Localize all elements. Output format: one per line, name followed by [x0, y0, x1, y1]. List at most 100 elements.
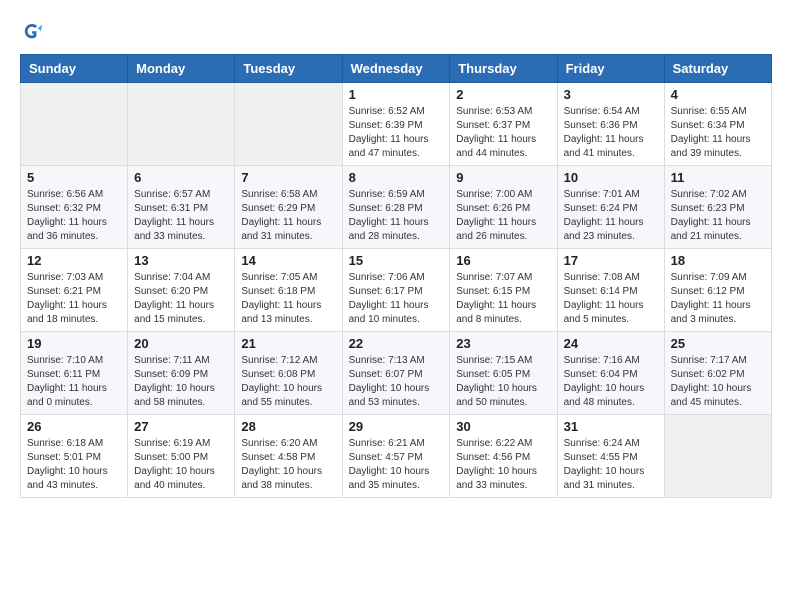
day-info: Sunrise: 6:59 AM Sunset: 6:28 PM Dayligh…: [349, 188, 444, 244]
day-info: Sunrise: 7:01 AM Sunset: 6:24 PM Dayligh…: [564, 188, 658, 244]
day-info: Sunrise: 7:07 AM Sunset: 6:15 PM Dayligh…: [456, 271, 550, 327]
day-number: 15: [349, 253, 444, 268]
empty-cell: [21, 83, 128, 166]
day-info: Sunrise: 6:52 AM Sunset: 6:39 PM Dayligh…: [349, 105, 444, 161]
logo-icon: [20, 20, 44, 44]
weekday-header-wednesday: Wednesday: [342, 55, 450, 83]
day-cell-21: 21 Sunrise: 7:12 AM Sunset: 6:08 PM Dayli…: [235, 332, 342, 415]
day-number: 1: [349, 87, 444, 102]
day-number: 30: [456, 419, 550, 434]
day-cell-27: 27 Sunrise: 6:19 AM Sunset: 5:00 PM Dayli…: [128, 415, 235, 498]
day-info: Sunrise: 7:11 AM Sunset: 6:09 PM Dayligh…: [134, 354, 228, 410]
day-cell-1: 1 Sunrise: 6:52 AM Sunset: 6:39 PM Daylig…: [342, 83, 450, 166]
day-cell-19: 19 Sunrise: 7:10 AM Sunset: 6:11 PM Dayli…: [21, 332, 128, 415]
empty-cell: [128, 83, 235, 166]
day-number: 4: [671, 87, 765, 102]
day-cell-20: 20 Sunrise: 7:11 AM Sunset: 6:09 PM Dayli…: [128, 332, 235, 415]
day-number: 25: [671, 336, 765, 351]
day-info: Sunrise: 7:04 AM Sunset: 6:20 PM Dayligh…: [134, 271, 228, 327]
day-cell-11: 11 Sunrise: 7:02 AM Sunset: 6:23 PM Dayli…: [664, 166, 771, 249]
day-number: 11: [671, 170, 765, 185]
day-number: 23: [456, 336, 550, 351]
day-cell-24: 24Sunrise: 7:16 AM Sunset: 6:04 PM Dayli…: [557, 332, 664, 415]
weekday-header-friday: Friday: [557, 55, 664, 83]
week-row-5: 26Sunrise: 6:18 AM Sunset: 5:01 PM Dayli…: [21, 415, 772, 498]
day-info: Sunrise: 6:53 AM Sunset: 6:37 PM Dayligh…: [456, 105, 550, 161]
day-info: Sunrise: 7:12 AM Sunset: 6:08 PM Dayligh…: [241, 354, 335, 410]
day-cell-8: 8Sunrise: 6:59 AM Sunset: 6:28 PM Daylig…: [342, 166, 450, 249]
day-cell-16: 16 Sunrise: 7:07 AM Sunset: 6:15 PM Dayli…: [450, 249, 557, 332]
day-cell-13: 13 Sunrise: 7:04 AM Sunset: 6:20 PM Dayli…: [128, 249, 235, 332]
day-number: 14: [241, 253, 335, 268]
day-info: Sunrise: 6:57 AM Sunset: 6:31 PM Dayligh…: [134, 188, 228, 244]
day-cell-28: 28Sunrise: 6:20 AM Sunset: 4:58 PM Dayli…: [235, 415, 342, 498]
logo: [20, 20, 48, 44]
day-cell-29: 29Sunrise: 6:21 AM Sunset: 4:57 PM Dayli…: [342, 415, 450, 498]
day-cell-9: 9 Sunrise: 7:00 AM Sunset: 6:26 PM Daylig…: [450, 166, 557, 249]
day-cell-12: 12Sunrise: 7:03 AM Sunset: 6:21 PM Dayli…: [21, 249, 128, 332]
week-row-1: 1 Sunrise: 6:52 AM Sunset: 6:39 PM Daylig…: [21, 83, 772, 166]
day-info: Sunrise: 7:09 AM Sunset: 6:12 PM Dayligh…: [671, 271, 765, 327]
day-info: Sunrise: 7:06 AM Sunset: 6:17 PM Dayligh…: [349, 271, 444, 327]
day-number: 20: [134, 336, 228, 351]
day-number: 27: [134, 419, 228, 434]
day-number: 18: [671, 253, 765, 268]
day-number: 10: [564, 170, 658, 185]
weekday-header-sunday: Sunday: [21, 55, 128, 83]
day-number: 13: [134, 253, 228, 268]
day-cell-5: 5 Sunrise: 6:56 AM Sunset: 6:32 PM Daylig…: [21, 166, 128, 249]
week-row-2: 5 Sunrise: 6:56 AM Sunset: 6:32 PM Daylig…: [21, 166, 772, 249]
day-cell-10: 10 Sunrise: 7:01 AM Sunset: 6:24 PM Dayli…: [557, 166, 664, 249]
day-cell-3: 3Sunrise: 6:54 AM Sunset: 6:36 PM Daylig…: [557, 83, 664, 166]
day-cell-22: 22 Sunrise: 7:13 AM Sunset: 6:07 PM Dayli…: [342, 332, 450, 415]
day-cell-7: 7 Sunrise: 6:58 AM Sunset: 6:29 PM Daylig…: [235, 166, 342, 249]
empty-cell: [664, 415, 771, 498]
day-number: 12: [27, 253, 121, 268]
day-number: 9: [456, 170, 550, 185]
day-info: Sunrise: 6:21 AM Sunset: 4:57 PM Dayligh…: [349, 437, 444, 493]
day-info: Sunrise: 6:20 AM Sunset: 4:58 PM Dayligh…: [241, 437, 335, 493]
weekday-header-saturday: Saturday: [664, 55, 771, 83]
day-info: Sunrise: 7:10 AM Sunset: 6:11 PM Dayligh…: [27, 354, 121, 410]
day-number: 17: [564, 253, 658, 268]
day-info: Sunrise: 6:55 AM Sunset: 6:34 PM Dayligh…: [671, 105, 765, 161]
weekday-header-row: SundayMondayTuesdayWednesdayThursdayFrid…: [21, 55, 772, 83]
day-number: 19: [27, 336, 121, 351]
empty-cell: [235, 83, 342, 166]
day-info: Sunrise: 6:54 AM Sunset: 6:36 PM Dayligh…: [564, 105, 658, 161]
day-info: Sunrise: 7:02 AM Sunset: 6:23 PM Dayligh…: [671, 188, 765, 244]
day-info: Sunrise: 6:18 AM Sunset: 5:01 PM Dayligh…: [27, 437, 121, 493]
day-info: Sunrise: 6:58 AM Sunset: 6:29 PM Dayligh…: [241, 188, 335, 244]
day-number: 6: [134, 170, 228, 185]
day-info: Sunrise: 7:17 AM Sunset: 6:02 PM Dayligh…: [671, 354, 765, 410]
day-cell-17: 17 Sunrise: 7:08 AM Sunset: 6:14 PM Dayli…: [557, 249, 664, 332]
day-info: Sunrise: 7:08 AM Sunset: 6:14 PM Dayligh…: [564, 271, 658, 327]
day-number: 16: [456, 253, 550, 268]
week-row-3: 12Sunrise: 7:03 AM Sunset: 6:21 PM Dayli…: [21, 249, 772, 332]
day-cell-15: 15 Sunrise: 7:06 AM Sunset: 6:17 PM Dayli…: [342, 249, 450, 332]
day-info: Sunrise: 7:00 AM Sunset: 6:26 PM Dayligh…: [456, 188, 550, 244]
day-cell-31: 31Sunrise: 6:24 AM Sunset: 4:55 PM Dayli…: [557, 415, 664, 498]
day-info: Sunrise: 7:05 AM Sunset: 6:18 PM Dayligh…: [241, 271, 335, 327]
day-info: Sunrise: 7:16 AM Sunset: 6:04 PM Dayligh…: [564, 354, 658, 410]
day-cell-6: 6 Sunrise: 6:57 AM Sunset: 6:31 PM Daylig…: [128, 166, 235, 249]
day-info: Sunrise: 6:22 AM Sunset: 4:56 PM Dayligh…: [456, 437, 550, 493]
day-cell-4: 4 Sunrise: 6:55 AM Sunset: 6:34 PM Daylig…: [664, 83, 771, 166]
day-number: 7: [241, 170, 335, 185]
day-number: 31: [564, 419, 658, 434]
day-info: Sunrise: 6:19 AM Sunset: 5:00 PM Dayligh…: [134, 437, 228, 493]
day-number: 21: [241, 336, 335, 351]
calendar-table: SundayMondayTuesdayWednesdayThursdayFrid…: [20, 54, 772, 498]
day-cell-23: 23Sunrise: 7:15 AM Sunset: 6:05 PM Dayli…: [450, 332, 557, 415]
day-info: Sunrise: 7:13 AM Sunset: 6:07 PM Dayligh…: [349, 354, 444, 410]
day-cell-25: 25 Sunrise: 7:17 AM Sunset: 6:02 PM Dayli…: [664, 332, 771, 415]
day-info: Sunrise: 6:56 AM Sunset: 6:32 PM Dayligh…: [27, 188, 121, 244]
day-number: 5: [27, 170, 121, 185]
weekday-header-thursday: Thursday: [450, 55, 557, 83]
weekday-header-monday: Monday: [128, 55, 235, 83]
day-cell-2: 2 Sunrise: 6:53 AM Sunset: 6:37 PM Daylig…: [450, 83, 557, 166]
day-number: 22: [349, 336, 444, 351]
page-header: [20, 20, 772, 44]
day-cell-26: 26Sunrise: 6:18 AM Sunset: 5:01 PM Dayli…: [21, 415, 128, 498]
day-number: 2: [456, 87, 550, 102]
